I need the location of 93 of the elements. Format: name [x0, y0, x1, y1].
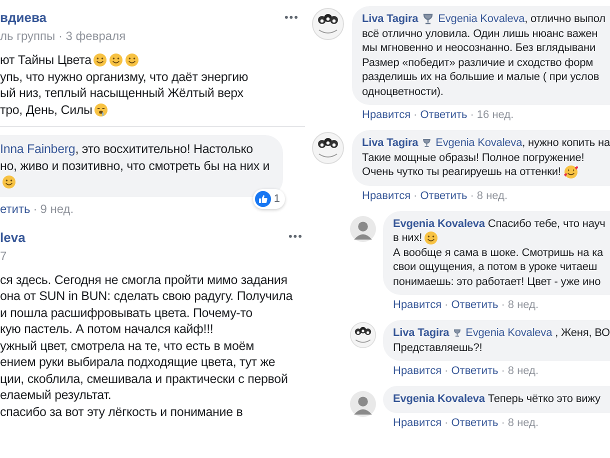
comment-text: А вообще я сама в шоке. Смотришь на ка — [393, 246, 604, 260]
mention-link[interactable]: Inna Fainberg — [0, 141, 76, 158]
separator-dot: · — [444, 416, 448, 428]
avatar-silhouette[interactable] — [350, 391, 376, 417]
separator-dot: · — [470, 109, 474, 121]
comment-text: кую пастель. А потом начался кайф!!! — [0, 321, 214, 338]
comment-text: мы мгновенно и неосознанно. Без вглядывани — [362, 41, 596, 56]
author-name[interactable]: вдиева — [0, 10, 47, 25]
author-name[interactable]: Evgenia Kovaleva — [393, 216, 485, 231]
author-name[interactable]: Liva Tagira — [393, 326, 450, 340]
action-link[interactable]: Ответить — [451, 416, 498, 428]
comment-text: ции, скоблила, смешивала и практически с первой — [0, 370, 288, 387]
action-link[interactable]: Ответить — [451, 299, 498, 311]
comment-time: 8 нед. — [508, 365, 539, 377]
comment-text: одноцветности). — [362, 84, 444, 99]
drooling-face-icon — [94, 102, 108, 117]
author-name[interactable]: leva — [0, 230, 26, 244]
comment-text: Размер «победит» различие и сходство форм — [362, 56, 594, 70]
avatar-drawing[interactable] — [312, 8, 344, 40]
comment-text: понимаешь: это работает! Цвет - уже ино — [393, 274, 601, 289]
mention-link[interactable]: Evgenia Kovaleva — [436, 136, 522, 150]
author-name[interactable]: Liva Tagira — [362, 136, 418, 150]
more-menu[interactable]: ••• — [284, 12, 299, 24]
avatar-silhouette[interactable] — [350, 216, 376, 242]
separator-dot: · — [501, 299, 505, 311]
comment-text: Очень чутко ты реагируешь на оттенки! — [362, 165, 561, 180]
comment-text: она от SUN in BUN: сделать свою радугу. Получила — [0, 288, 293, 304]
mention-link[interactable]: Evgenia Kovaleva — [466, 326, 552, 340]
hearts-face-icon — [564, 165, 579, 180]
comment-text: Такие мощные образы! Полное погружение! — [362, 150, 584, 165]
action-link[interactable]: Ответить — [420, 109, 468, 121]
comment-text: , отлично выпол — [524, 12, 606, 26]
comment-text: ужный цвет, смотрела на те, что есть в моём — [0, 338, 254, 354]
comment-text: ый низ, теплый насыщенный Жёлтый верх — [0, 85, 244, 102]
action-link[interactable]: Ответить — [420, 190, 468, 202]
comment-text: и пошла расшифровывать цвета. Почему-то — [0, 304, 252, 321]
smiley-icon — [109, 53, 124, 68]
comment-time: 16 нед. — [476, 109, 514, 121]
smiley-icon — [424, 231, 438, 246]
separator-dot: · — [470, 190, 474, 202]
comment-text: елаемый результат. — [0, 387, 112, 404]
smiley-icon — [93, 53, 108, 68]
separator-dot: · — [33, 202, 38, 216]
post-meta: 7 — [0, 248, 8, 262]
comment-text: Спасибо тебе, что науч — [486, 216, 606, 231]
comment-time: 8 нед. — [508, 299, 539, 311]
thumbs-up-icon — [254, 190, 271, 206]
smiley-icon — [2, 175, 16, 190]
comment-text: упь, что нужно организму, что даёт энергию — [0, 68, 248, 85]
avatar-drawing[interactable] — [312, 132, 344, 164]
comment-time: 8 нед. — [476, 190, 508, 202]
author-name[interactable]: Liva Tagira — [362, 12, 418, 26]
action-link[interactable]: Нравится — [393, 365, 442, 377]
separator-dot: · — [414, 109, 418, 121]
smiley-icon — [125, 53, 140, 68]
action-link[interactable]: етить — [0, 202, 30, 216]
comment-text: в них! — [393, 231, 422, 246]
author-name[interactable]: Evgenia Kovaleva — [393, 392, 485, 406]
comment-text: но, живо и позитивно, что смотреть бы на них и — [0, 158, 270, 174]
cup-icon — [422, 13, 434, 26]
comment-text: , это восхитительно! Настолько — [75, 141, 253, 158]
action-link[interactable]: Нравится — [393, 416, 442, 428]
separator-dot: · — [444, 365, 448, 377]
avatar-drawing[interactable] — [350, 322, 376, 348]
comment-text: , Женя, ВО — [554, 326, 610, 340]
comment-text: спасибо за вот эту лёгкость и понимание в — [0, 404, 243, 420]
comment-text: Представляешь?! — [393, 340, 482, 355]
cup-icon — [453, 327, 462, 340]
comment-text: свои ощущения, а потом в уроке читаеш — [393, 260, 598, 274]
more-menu[interactable]: ••• — [288, 231, 303, 243]
comment-text: ют Тайны Цвета — [0, 52, 92, 68]
separator-dot: · — [501, 365, 505, 377]
post-meta: ль группы · 3 февраля — [0, 29, 127, 43]
cup-icon — [422, 137, 432, 150]
separator-dot: · — [414, 190, 418, 202]
comment-text: Теперь чётко это вижу — [486, 392, 600, 406]
comment-text: тро, День, Силы — [0, 102, 92, 118]
comment-text: , нужно копить на — [522, 136, 610, 150]
action-link[interactable]: Нравится — [393, 299, 442, 311]
comment-text: ением руки выбирала подходящие цвета, тут же — [0, 354, 276, 370]
action-link[interactable]: Нравится — [362, 190, 411, 202]
mention-link[interactable]: Evgenia Kovaleva — [438, 12, 525, 26]
separator-dot: · — [501, 416, 505, 428]
comment-time: 8 нед. — [508, 416, 539, 428]
comment-text: разделишь их на большие и малые ( при услов — [362, 70, 600, 84]
action-link[interactable]: Ответить — [451, 365, 498, 377]
comment-text: всё отлично уловила. Один лишь нюанс важен — [362, 26, 598, 41]
comment-time: 9 нед. — [40, 202, 74, 216]
reaction-count[interactable]: 1 — [252, 188, 285, 208]
comment-text: ся здесь. Сегодня не смогла пройти мимо задания — [0, 272, 288, 288]
reaction-number: 1 — [274, 192, 280, 204]
action-link[interactable]: Нравится — [362, 109, 411, 121]
separator-dot: · — [444, 299, 448, 311]
